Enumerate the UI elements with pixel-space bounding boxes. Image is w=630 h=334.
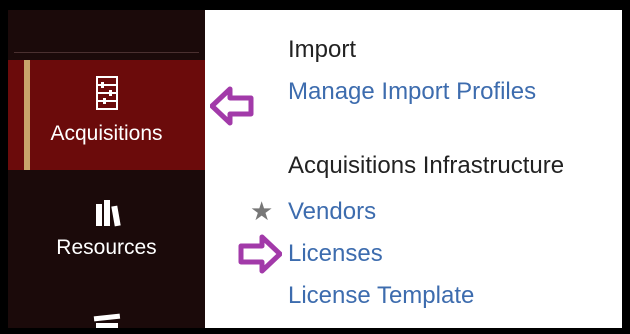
sidebar-item-label: Resources (56, 236, 157, 259)
active-indicator (24, 60, 30, 170)
link-license-template[interactable]: License Template (288, 282, 474, 310)
section-heading-import: Import (288, 36, 357, 63)
abacus-icon (96, 76, 118, 115)
link-vendors[interactable]: Vendors (288, 198, 376, 226)
sidebar: Acquisitions Resources (8, 10, 205, 328)
sidebar-item-partial[interactable] (8, 305, 205, 328)
section-heading-acquisitions-infrastructure: Acquisitions Infrastructure (288, 152, 565, 179)
apps-menu: Import Manage Import Profiles Acquisitio… (205, 10, 622, 328)
star-icon[interactable]: ★ (250, 196, 273, 227)
sidebar-divider (14, 52, 199, 53)
sidebar-item-acquisitions[interactable]: Acquisitions (8, 60, 205, 170)
annotation-arrow-right-icon (238, 234, 283, 279)
annotation-arrow-left-icon (209, 86, 254, 131)
books-icon (94, 198, 122, 233)
link-manage-import-profiles[interactable]: Manage Import Profiles (288, 78, 536, 106)
sidebar-item-label: Acquisitions (50, 122, 163, 145)
stack-icon (92, 313, 122, 333)
sidebar-item-resources[interactable]: Resources (8, 190, 205, 290)
link-licenses[interactable]: Licenses (288, 240, 383, 268)
